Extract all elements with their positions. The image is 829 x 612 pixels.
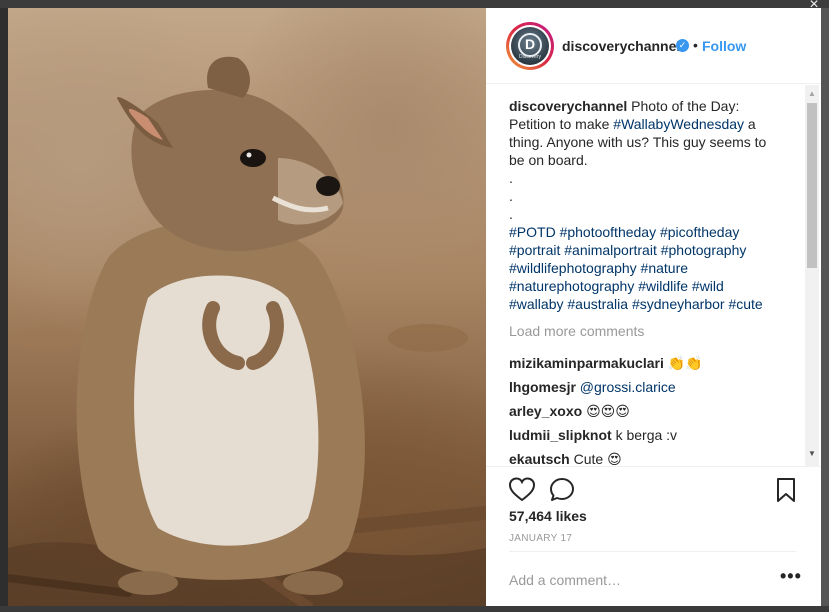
- divider: [509, 551, 796, 552]
- logo-letter: D: [524, 36, 536, 52]
- comment-row: mizikaminparmakuclari 👏👏: [509, 355, 703, 372]
- comment-text: Cute: [573, 451, 604, 467]
- comment-mention[interactable]: @grossi.clarice: [580, 379, 676, 395]
- post-date: JANUARY 17: [509, 533, 573, 544]
- verified-badge-icon: ✓: [676, 39, 689, 52]
- comment-bubble-icon[interactable]: [548, 476, 576, 504]
- scroll-up-arrow-icon[interactable]: ▲: [805, 88, 819, 100]
- like-heart-icon[interactable]: [508, 476, 536, 504]
- more-options-icon[interactable]: •••: [780, 566, 802, 587]
- add-comment-input[interactable]: Add a comment…: [509, 572, 621, 588]
- scroll-down-arrow-icon[interactable]: ▼: [805, 448, 819, 460]
- caption-username[interactable]: discoverychannel: [509, 98, 627, 114]
- avatar[interactable]: D Discovery: [506, 22, 554, 70]
- post-header: D Discovery discoverychannel ✓ • Follow: [486, 8, 821, 84]
- caption-hashtag[interactable]: #WallabyWednesday: [613, 116, 744, 132]
- separator-dot: •: [693, 37, 698, 53]
- caption-dot-3: .: [509, 206, 513, 222]
- comments-section[interactable]: discoverychannel Photo of the Day: Petit…: [486, 85, 821, 467]
- backdrop-left: [0, 8, 8, 606]
- follow-button[interactable]: Follow: [702, 38, 746, 54]
- discovery-logo-icon: D Discovery: [511, 27, 549, 65]
- load-more-comments-link[interactable]: Load more comments: [509, 323, 644, 339]
- backdrop-bottom: [0, 606, 829, 612]
- window-top-bar: [0, 0, 829, 8]
- caption-dot-1: .: [509, 170, 513, 186]
- comment-username[interactable]: mizikaminparmakuclari: [509, 355, 664, 371]
- avatar-border: D Discovery: [509, 25, 551, 67]
- comment-row: arley_xoxo 😍😍😍: [509, 403, 630, 420]
- post-caption: discoverychannel Photo of the Day: Petit…: [509, 97, 779, 223]
- comment-row: ludmii_slipknot k berga :v: [509, 427, 677, 443]
- comment-username[interactable]: ludmii_slipknot: [509, 427, 612, 443]
- caption-dot-2: .: [509, 188, 513, 204]
- header-username[interactable]: discoverychannel: [562, 38, 680, 54]
- avatar-label: Discovery: [519, 54, 541, 60]
- comment-username[interactable]: arley_xoxo: [509, 403, 582, 419]
- comment-username[interactable]: lhgomesjr: [509, 379, 576, 395]
- comment-username[interactable]: ekautsch: [509, 451, 570, 466]
- post-photo[interactable]: [8, 8, 486, 606]
- comment-row: lhgomesjr @grossi.clarice: [509, 379, 676, 395]
- comment-emoji: 😍😍😍: [586, 403, 630, 419]
- save-bookmark-icon[interactable]: [772, 476, 800, 504]
- comment-row: ekautsch Cute 😍: [509, 451, 622, 467]
- likes-count[interactable]: 57,464 likes: [509, 508, 587, 524]
- backdrop-right: [821, 8, 829, 606]
- caption-hashtags[interactable]: #POTD #photooftheday #picoftheday #portr…: [509, 223, 779, 313]
- scrollbar-thumb[interactable]: [807, 103, 817, 268]
- wallaby-illustration: [8, 56, 486, 606]
- comment-emoji: 😍: [607, 451, 622, 467]
- comment-emoji: 👏👏: [667, 355, 703, 371]
- comment-text: k berga :v: [615, 427, 678, 443]
- post-detail-panel: D Discovery discoverychannel ✓ • Follow …: [486, 8, 821, 606]
